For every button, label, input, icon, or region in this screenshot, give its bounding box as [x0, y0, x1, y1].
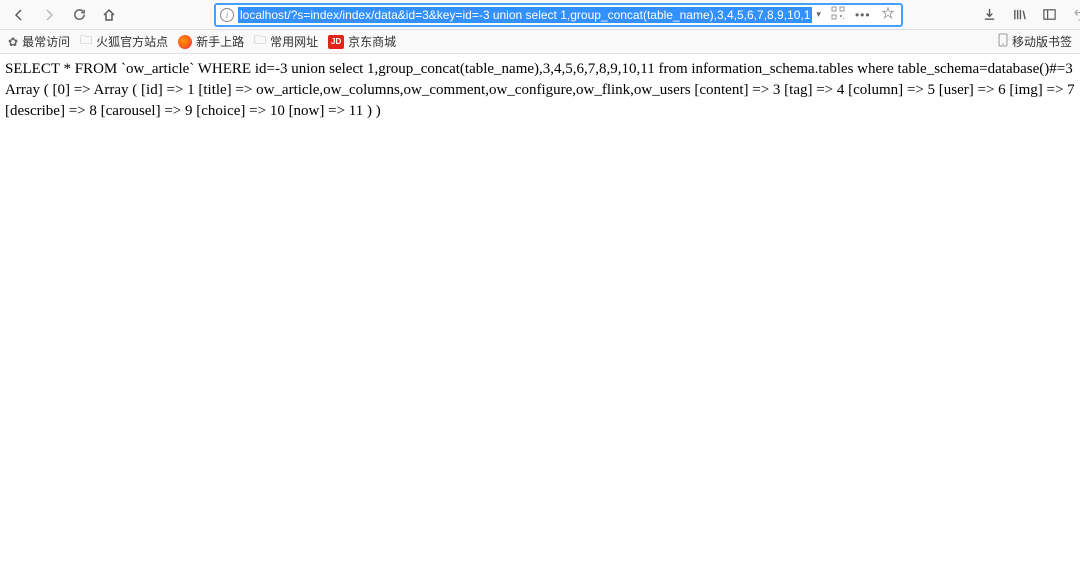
bookmarks-left: ✿ 最常访问 🗀 火狐官方站点 新手上路 🗀 常用网址 JD 京东商城	[8, 31, 396, 52]
url-tail: ▾ •••	[816, 6, 896, 23]
bookmark-label: 常用网址	[270, 33, 318, 50]
back-button[interactable]	[6, 2, 32, 28]
firefox-icon	[178, 35, 192, 49]
page-body-text: SELECT * FROM `ow_article` WHERE id=-3 u…	[5, 61, 1075, 119]
library-icon[interactable]	[1010, 5, 1030, 25]
toolbar-right	[980, 5, 1080, 25]
mobile-icon	[998, 33, 1008, 50]
url-text[interactable]: localhost/?s=index/index/data&id=3&key=i…	[238, 7, 812, 23]
bookmark-firefox-official[interactable]: 🗀 火狐官方站点	[80, 31, 168, 52]
bookmark-label: 京东商城	[348, 33, 396, 50]
reload-button[interactable]	[66, 2, 92, 28]
nav-controls	[6, 2, 122, 28]
bookmark-label: 最常访问	[22, 33, 70, 50]
qr-icon[interactable]	[831, 6, 845, 23]
folder-icon: 🗀	[254, 31, 266, 52]
undo-icon[interactable]	[1070, 5, 1080, 25]
sidebar-icon[interactable]	[1040, 5, 1060, 25]
navigation-bar: i localhost/?s=index/index/data&id=3&key…	[0, 0, 1080, 30]
bookmark-label: 新手上路	[196, 33, 244, 50]
bookmark-label: 火狐官方站点	[96, 33, 168, 50]
history-dropdown-icon[interactable]: ▾	[816, 9, 821, 20]
bookmark-jd[interactable]: JD 京东商城	[328, 33, 396, 50]
bookmark-getting-started[interactable]: 新手上路	[178, 33, 244, 50]
page-content: SELECT * FROM `ow_article` WHERE id=-3 u…	[0, 54, 1080, 127]
bookmark-most-visited[interactable]: ✿ 最常访问	[8, 33, 70, 50]
mobile-bookmarks-label: 移动版书签	[1012, 33, 1072, 50]
bookmarks-bar: ✿ 最常访问 🗀 火狐官方站点 新手上路 🗀 常用网址 JD 京东商城 移动版书…	[0, 30, 1080, 54]
site-info-icon[interactable]: i	[220, 8, 234, 22]
folder-icon: 🗀	[80, 31, 92, 52]
jd-icon: JD	[328, 35, 344, 49]
downloads-icon[interactable]	[980, 5, 1000, 25]
bookmark-mobile[interactable]: 移动版书签	[998, 33, 1072, 50]
page-actions-icon[interactable]: •••	[855, 8, 871, 22]
bookmark-star-icon[interactable]	[881, 6, 895, 23]
url-container: i localhost/?s=index/index/data&id=3&key…	[214, 3, 903, 27]
forward-button[interactable]	[36, 2, 62, 28]
home-button[interactable]	[96, 2, 122, 28]
url-bar[interactable]: i localhost/?s=index/index/data&id=3&key…	[214, 3, 903, 27]
bookmark-common-sites[interactable]: 🗀 常用网址	[254, 31, 318, 52]
gear-icon: ✿	[8, 35, 18, 49]
